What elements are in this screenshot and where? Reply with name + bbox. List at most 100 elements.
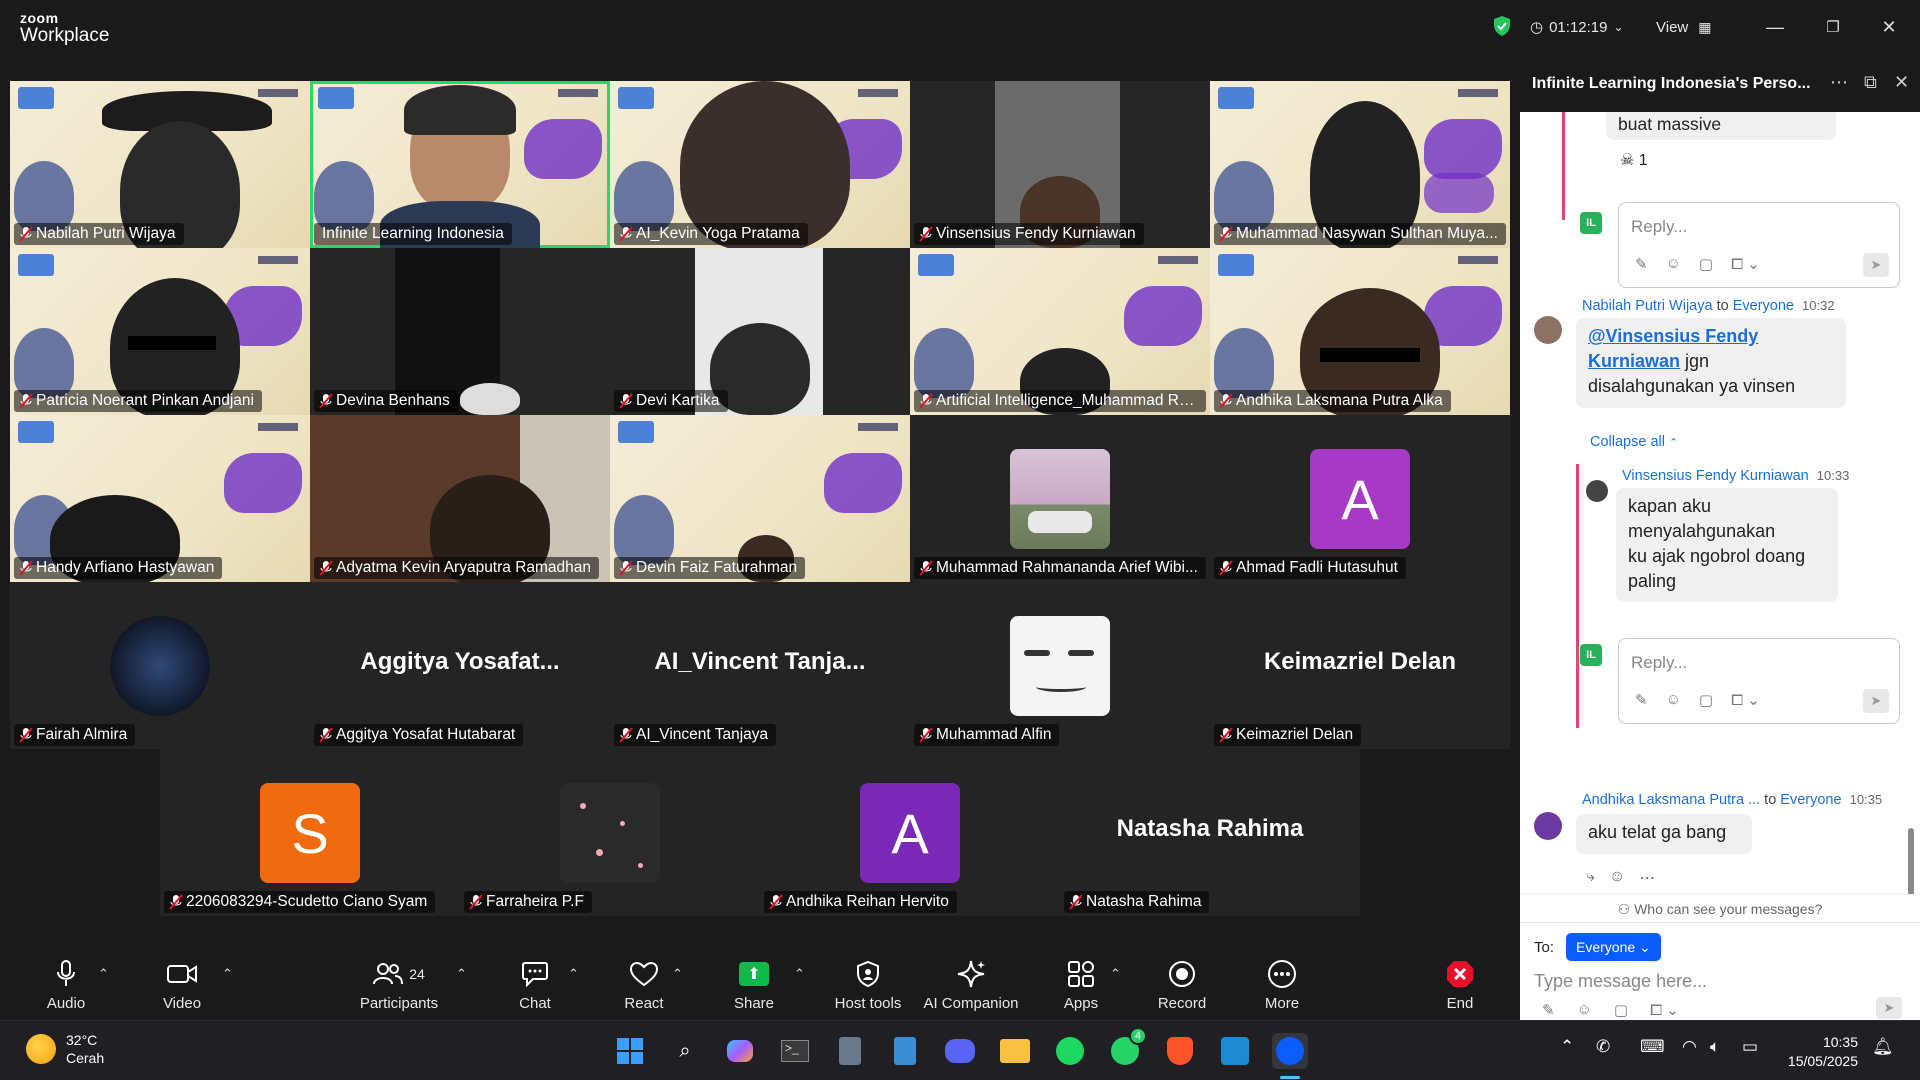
video-tile[interactable]: Nabilah Putri Wijaya [10,81,310,248]
message-input[interactable]: Type message here... [1534,971,1707,992]
file-icon[interactable]: ▢ [1699,691,1713,709]
notepad-icon[interactable] [887,1033,923,1069]
copilot-icon[interactable] [722,1033,758,1069]
format-icon[interactable]: ✎ [1635,691,1648,709]
video-tile[interactable]: Andhika Laksmana Putra Alka [1210,248,1510,415]
encryption-shield-icon[interactable] [1492,15,1512,42]
discord-icon[interactable] [942,1033,978,1069]
video-tile[interactable]: Devina Benhans [310,248,610,415]
format-icon[interactable]: ✎ [1635,255,1648,273]
participants-button[interactable]: 24 Participants [352,946,446,1020]
emoji-icon[interactable]: ☺ [1577,1001,1592,1019]
sender-name[interactable]: Vinsensius Fendy Kurniawan [1622,468,1809,484]
video-tile[interactable]: Muhammad Rahmananda Arief Wibi... [910,415,1210,582]
zoom-taskbar-icon[interactable] [1272,1033,1308,1069]
more-button[interactable]: More [1256,946,1308,1020]
video-tile-active-speaker[interactable]: Infinite Learning Indonesia [310,81,610,248]
video-tile[interactable]: Natasha Rahima Natasha Rahima [1060,749,1360,916]
sender-name[interactable]: Nabilah Putri Wijaya [1582,298,1713,314]
terminal-icon[interactable]: >_ [777,1033,813,1069]
apps-options-chevron-icon[interactable]: ⌃ [1110,966,1121,982]
reaction-badge[interactable]: ☠ 1 [1620,150,1648,170]
restore-button[interactable]: ❐ [1818,14,1848,40]
who-can-see-link[interactable]: ⚇ Who can see your messages? [1520,894,1920,922]
reply-box[interactable]: Reply... ✎ ☺ ▢ ⧠ ⌄ ➤ [1618,638,1900,724]
brave-browser-icon[interactable] [1162,1033,1198,1069]
file-icon[interactable]: ▢ [1614,1001,1628,1019]
more-icon[interactable]: ⋯ [1639,868,1655,888]
video-tile[interactable]: Keimazriel Delan Keimazriel Delan [1210,582,1510,749]
view-button[interactable]: View ▦ [1656,14,1711,40]
meeting-timer[interactable]: ◷ 01:12:19 ⌄ [1530,14,1624,40]
video-tile[interactable]: A Andhika Reihan Hervito [760,749,1060,916]
video-tile[interactable]: S 2206083294-Scudetto Ciano Syam [160,749,460,916]
system-clock[interactable]: 10:35 15/05/2025 [1786,1033,1858,1071]
video-tile[interactable]: Artificial Intelligence_Muhammad Ra... [910,248,1210,415]
video-options-chevron-icon[interactable]: ⌃ [222,966,233,982]
video-tile[interactable]: Patricia Noerant Pinkan Andjani [10,248,310,415]
share-options-chevron-icon[interactable]: ⌃ [794,966,805,982]
video-tile[interactable]: Devi Kartika [610,248,910,415]
calculator-icon[interactable] [832,1033,868,1069]
video-tile[interactable]: Devin Faiz Faturahman [610,415,910,582]
notification-bell-icon[interactable]: 🔔︎ [1872,1037,1894,1057]
chat-scrollbar[interactable] [1908,828,1914,898]
send-icon[interactable]: ➤ [1863,253,1889,277]
emoji-icon[interactable]: ☺ [1666,255,1681,273]
phone-link-icon[interactable]: ✆ [1596,1037,1610,1057]
chat-button[interactable]: Chat [510,946,560,1020]
screenshot-icon[interactable]: ⧠ ⌄ [1731,691,1760,709]
react-button[interactable]: React [616,946,672,1020]
react-options-chevron-icon[interactable]: ⌃ [672,966,683,982]
video-tile[interactable]: Muhammad Nasywan Sulthan Muya... [1210,81,1510,248]
more-options-icon[interactable]: ⋯ [1830,72,1848,93]
sender-name[interactable]: Andhika Laksmana Putra ... [1582,792,1760,808]
battery-icon[interactable]: ▭ [1742,1037,1758,1057]
format-icon[interactable]: ✎ [1542,1001,1555,1019]
emoji-icon[interactable]: ☺ [1666,691,1681,709]
minimize-button[interactable]: — [1760,14,1790,40]
video-tile[interactable]: Aggitya Yosafat... Aggitya Yosafat Hutab… [310,582,610,749]
audio-options-chevron-icon[interactable]: ⌃ [98,966,109,982]
screenshot-icon[interactable]: ⧠ ⌄ [1650,1001,1679,1019]
video-tile[interactable]: AI_Kevin Yoga Pratama [610,81,910,248]
vscode-icon[interactable] [1217,1033,1253,1069]
close-icon[interactable]: ✕ [1894,72,1909,93]
video-tile[interactable]: Farraheira P.F [460,749,760,916]
host-tools-button[interactable]: Host tools [830,946,906,1020]
wifi-icon[interactable]: ◠ [1682,1037,1697,1057]
audio-button[interactable]: Audio [38,946,94,1020]
share-button[interactable]: ⬆ Share [728,946,780,1020]
video-tile[interactable]: Handy Arfiano Hastyawan [10,415,310,582]
screenshot-icon[interactable]: ⧠ ⌄ [1731,255,1760,273]
file-icon[interactable]: ▢ [1699,255,1713,273]
video-tile[interactable]: Vinsensius Fendy Kurniawan [910,81,1210,248]
whatsapp-icon[interactable]: 4 [1107,1027,1147,1069]
close-window-button[interactable]: ✕ [1874,14,1904,40]
send-icon[interactable]: ➤ [1863,689,1889,713]
ai-companion-button[interactable]: AI Companion [920,946,1022,1020]
file-explorer-icon[interactable] [997,1033,1033,1069]
video-tile[interactable]: AI_Vincent Tanja... AI_Vincent Tanjaya [610,582,910,749]
search-icon[interactable]: ⌕ [667,1033,703,1069]
participants-options-chevron-icon[interactable]: ⌃ [456,966,467,982]
video-tile[interactable]: Adyatma Kevin Aryaputra Ramadhan [310,415,610,582]
apps-button[interactable]: Apps [1056,946,1106,1020]
pop-out-icon[interactable]: ⧉ [1864,72,1877,93]
volume-icon[interactable]: 🔈︎ [1710,1037,1720,1057]
reply-box[interactable]: Reply... ✎ ☺ ▢ ⧠ ⌄ ➤ [1618,202,1900,288]
show-hidden-icons-chevron-icon[interactable]: ⌃ [1560,1037,1574,1057]
add-reaction-icon[interactable]: ☺ [1609,868,1625,888]
collapse-all-button[interactable]: Collapse all ⌃ [1590,434,1678,450]
end-meeting-button[interactable]: End [1440,946,1480,1020]
record-button[interactable]: Record [1154,946,1210,1020]
video-button[interactable]: Video [152,946,212,1020]
keyboard-icon[interactable]: ⌨ [1640,1037,1665,1057]
chat-options-chevron-icon[interactable]: ⌃ [568,966,579,982]
recipient-dropdown[interactable]: Everyone ⌄ [1566,933,1661,961]
video-tile[interactable]: Fairah Almira [10,582,310,749]
mention-link[interactable]: @Vinsensius Fendy Kurniawan [1588,326,1758,371]
video-tile[interactable]: A Ahmad Fadli Hutasuhut [1210,415,1510,582]
windows-start-icon[interactable] [612,1033,648,1069]
reply-icon[interactable]: ⤷ [1586,868,1595,888]
